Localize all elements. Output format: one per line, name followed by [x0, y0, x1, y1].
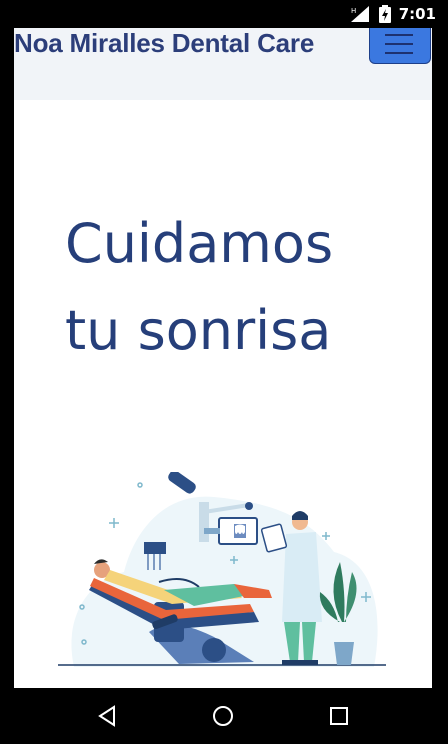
system-nav-bar [0, 688, 448, 744]
hero-title-line-1: Cuidamos [65, 212, 334, 275]
battery-icon [378, 5, 391, 23]
brand-title[interactable]: Noa Miralles Dental Care [14, 28, 314, 59]
back-icon[interactable] [96, 704, 120, 728]
status-time: 7:01 [398, 5, 436, 23]
web-page: Noa Miralles Dental Care Cuidamos tu son… [14, 28, 432, 688]
status-bar: H 7:01 [0, 0, 448, 28]
recents-icon[interactable] [327, 704, 351, 728]
home-icon[interactable] [211, 704, 235, 728]
hero-title-line-2: tu sonrisa [65, 299, 332, 362]
dentist-illustration [58, 472, 386, 667]
signal-icon: H [350, 6, 369, 22]
hero-title: Cuidamos tu sonrisa [65, 200, 333, 374]
menu-toggle-button[interactable] [369, 28, 431, 64]
svg-text:H: H [351, 7, 356, 15]
navbar: Noa Miralles Dental Care [14, 28, 432, 100]
